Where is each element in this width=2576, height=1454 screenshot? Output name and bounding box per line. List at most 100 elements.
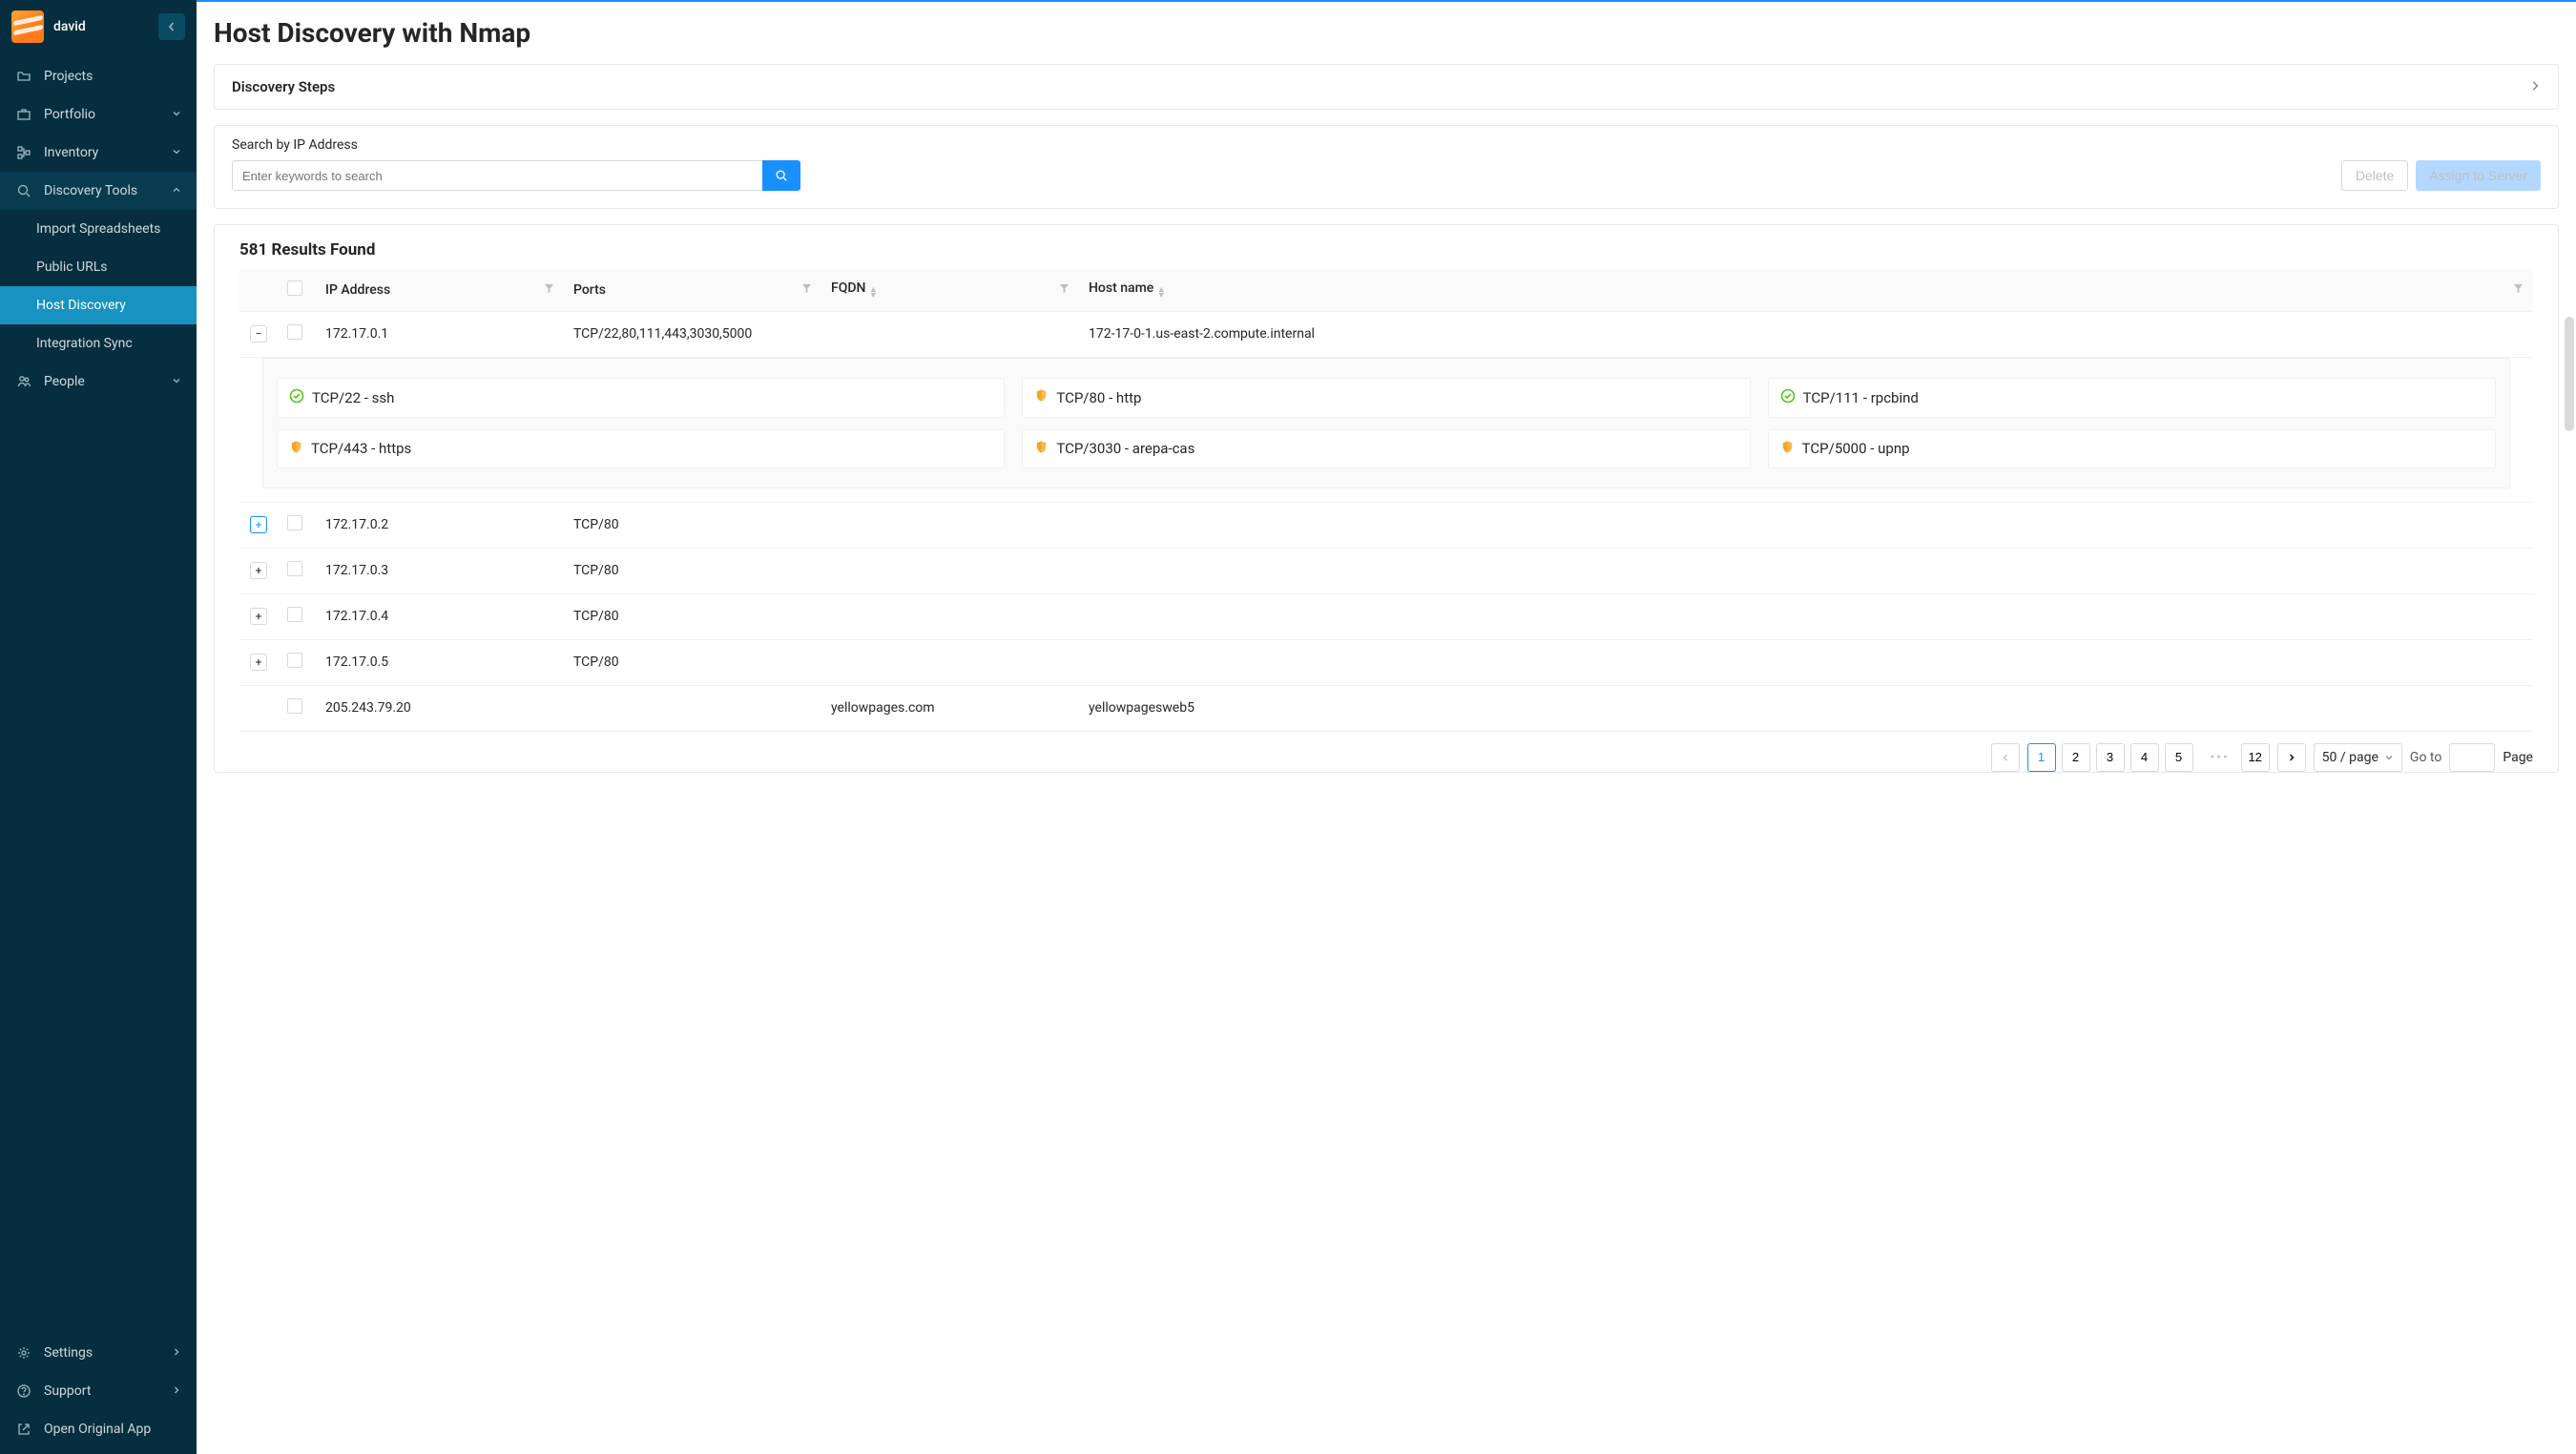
row-checkbox[interactable]	[287, 607, 302, 622]
cell-hostname	[1079, 639, 2533, 685]
collapse-row-button[interactable]: −	[250, 325, 267, 343]
port-label: TCP/80 - http	[1056, 389, 1141, 406]
port-card[interactable]: TCP/5000 - upnp	[1768, 429, 2496, 468]
column-ip[interactable]: IP Address	[316, 269, 564, 311]
sort-icon[interactable]: ▲▼	[1157, 287, 1166, 299]
cell-ports: TCP/22,80,111,443,3030,5000	[564, 311, 821, 357]
sidebar: david Projects Portfolio	[0, 0, 197, 1454]
cell-ports: TCP/80	[564, 639, 821, 685]
page-button[interactable]: 4	[2130, 743, 2159, 772]
filter-icon[interactable]	[2513, 282, 2524, 298]
search-button[interactable]	[762, 160, 800, 191]
shield-icon	[1780, 440, 1795, 458]
sidebar-item-label: Settings	[44, 1345, 160, 1361]
sidebar-item-discovery-tools[interactable]: Discovery Tools	[0, 172, 197, 210]
expand-row-button[interactable]: +	[250, 608, 267, 625]
sidebar-collapse-button[interactable]	[158, 13, 185, 40]
row-checkbox[interactable]	[287, 653, 302, 668]
cell-ip: 172.17.0.4	[316, 593, 564, 639]
page-last-button[interactable]: 12	[2241, 743, 2270, 772]
sidebar-sub-import-spreadsheets[interactable]: Import Spreadsheets	[0, 210, 197, 248]
prev-page-button[interactable]	[1991, 743, 2020, 772]
cell-hostname: 172-17-0-1.us-east-2.compute.internal	[1079, 311, 2533, 357]
shield-icon	[289, 440, 303, 458]
column-label: Ports	[573, 282, 606, 298]
page-button[interactable]: 3	[2096, 743, 2125, 772]
chevron-right-icon	[172, 1383, 181, 1399]
column-hostname[interactable]: Host name ▲▼	[1079, 269, 2533, 311]
chevron-down-icon	[172, 374, 181, 389]
app-logo	[11, 10, 44, 43]
shield-icon	[1034, 440, 1049, 458]
assign-to-server-button[interactable]: Assign to Server	[2416, 160, 2541, 191]
main-content: Host Discovery with Nmap Discovery Steps…	[197, 0, 2576, 1454]
results-count: 581 Results Found	[215, 225, 2558, 269]
row-checkbox[interactable]	[287, 324, 302, 340]
chevron-right-icon	[2287, 753, 2296, 762]
tree-icon	[15, 145, 32, 160]
sidebar-item-label: Integration Sync	[36, 336, 133, 351]
sidebar-item-people[interactable]: People	[0, 363, 197, 401]
row-checkbox[interactable]	[287, 698, 302, 714]
sidebar-item-portfolio[interactable]: Portfolio	[0, 95, 197, 134]
port-card[interactable]: TCP/22 - ssh	[277, 378, 1005, 418]
discovery-steps-toggle[interactable]: Discovery Steps	[215, 65, 2558, 109]
chevron-right-icon	[2529, 78, 2541, 95]
row-checkbox[interactable]	[287, 515, 302, 530]
results-panel: 581 Results Found IP Address	[214, 224, 2559, 773]
page-button[interactable]: 5	[2165, 743, 2193, 772]
briefcase-icon	[15, 107, 32, 122]
page-ellipsis[interactable]: •••	[2207, 750, 2233, 765]
column-fqdn[interactable]: FQDN ▲▼	[821, 269, 1079, 311]
filter-icon[interactable]	[801, 282, 812, 298]
port-card[interactable]: TCP/111 - rpcbind	[1768, 378, 2496, 418]
row-checkbox[interactable]	[287, 561, 302, 576]
table-row: −172.17.0.1TCP/22,80,111,443,3030,500017…	[239, 311, 2533, 357]
sidebar-item-inventory[interactable]: Inventory	[0, 134, 197, 172]
sidebar-item-support[interactable]: Support	[0, 1372, 197, 1410]
sidebar-item-label: Support	[44, 1383, 160, 1399]
expand-row-button[interactable]: +	[250, 562, 267, 579]
sidebar-sub-public-urls[interactable]: Public URLs	[0, 248, 197, 286]
sidebar-item-open-original[interactable]: Open Original App	[0, 1410, 197, 1448]
sidebar-item-label: Portfolio	[44, 107, 160, 122]
scrollbar-thumb[interactable]	[2565, 317, 2574, 431]
column-label: Host name	[1089, 280, 1153, 296]
expand-row-button[interactable]: +	[250, 654, 267, 671]
port-card[interactable]: TCP/443 - https	[277, 429, 1005, 468]
chevron-down-icon	[172, 145, 181, 160]
filter-icon[interactable]	[1059, 282, 1070, 298]
page-size-select[interactable]: 50 / page	[2314, 743, 2402, 772]
sidebar-item-label: Discovery Tools	[44, 183, 160, 198]
cell-ip: 205.243.79.20	[316, 685, 564, 731]
column-ports[interactable]: Ports	[564, 269, 821, 311]
chevron-up-icon	[172, 183, 181, 198]
help-icon	[15, 1383, 32, 1399]
port-card[interactable]: TCP/80 - http	[1022, 378, 1750, 418]
next-page-button[interactable]	[2277, 743, 2306, 772]
expand-row-button[interactable]: +	[250, 516, 267, 533]
page-button[interactable]: 2	[2062, 743, 2090, 772]
cell-fqdn	[821, 502, 1079, 548]
search-input[interactable]	[232, 160, 762, 191]
cell-hostname: yellowpagesweb5	[1079, 685, 2533, 731]
sidebar-item-projects[interactable]: Projects	[0, 57, 197, 95]
select-all-checkbox[interactable]	[287, 280, 302, 296]
goto-page-input[interactable]	[2449, 743, 2495, 772]
page-button[interactable]: 1	[2027, 743, 2056, 772]
sort-icon[interactable]: ▲▼	[869, 287, 878, 299]
sidebar-item-label: Open Original App	[44, 1422, 181, 1437]
port-label: TCP/5000 - upnp	[1802, 440, 1910, 457]
delete-button[interactable]: Delete	[2341, 160, 2408, 191]
filter-icon[interactable]	[544, 282, 554, 298]
sidebar-sub-host-discovery[interactable]: Host Discovery	[0, 286, 197, 324]
page-suffix-label: Page	[2503, 750, 2533, 765]
external-link-icon	[15, 1422, 32, 1437]
chevron-down-icon	[172, 107, 181, 122]
goto-label: Go to	[2410, 750, 2441, 765]
port-card[interactable]: TCP/3030 - arepa-cas	[1022, 429, 1750, 468]
sidebar-sub-integration-sync[interactable]: Integration Sync	[0, 324, 197, 363]
sidebar-item-settings[interactable]: Settings	[0, 1334, 197, 1372]
chevron-right-icon	[172, 1345, 181, 1361]
cell-fqdn: yellowpages.com	[821, 685, 1079, 731]
